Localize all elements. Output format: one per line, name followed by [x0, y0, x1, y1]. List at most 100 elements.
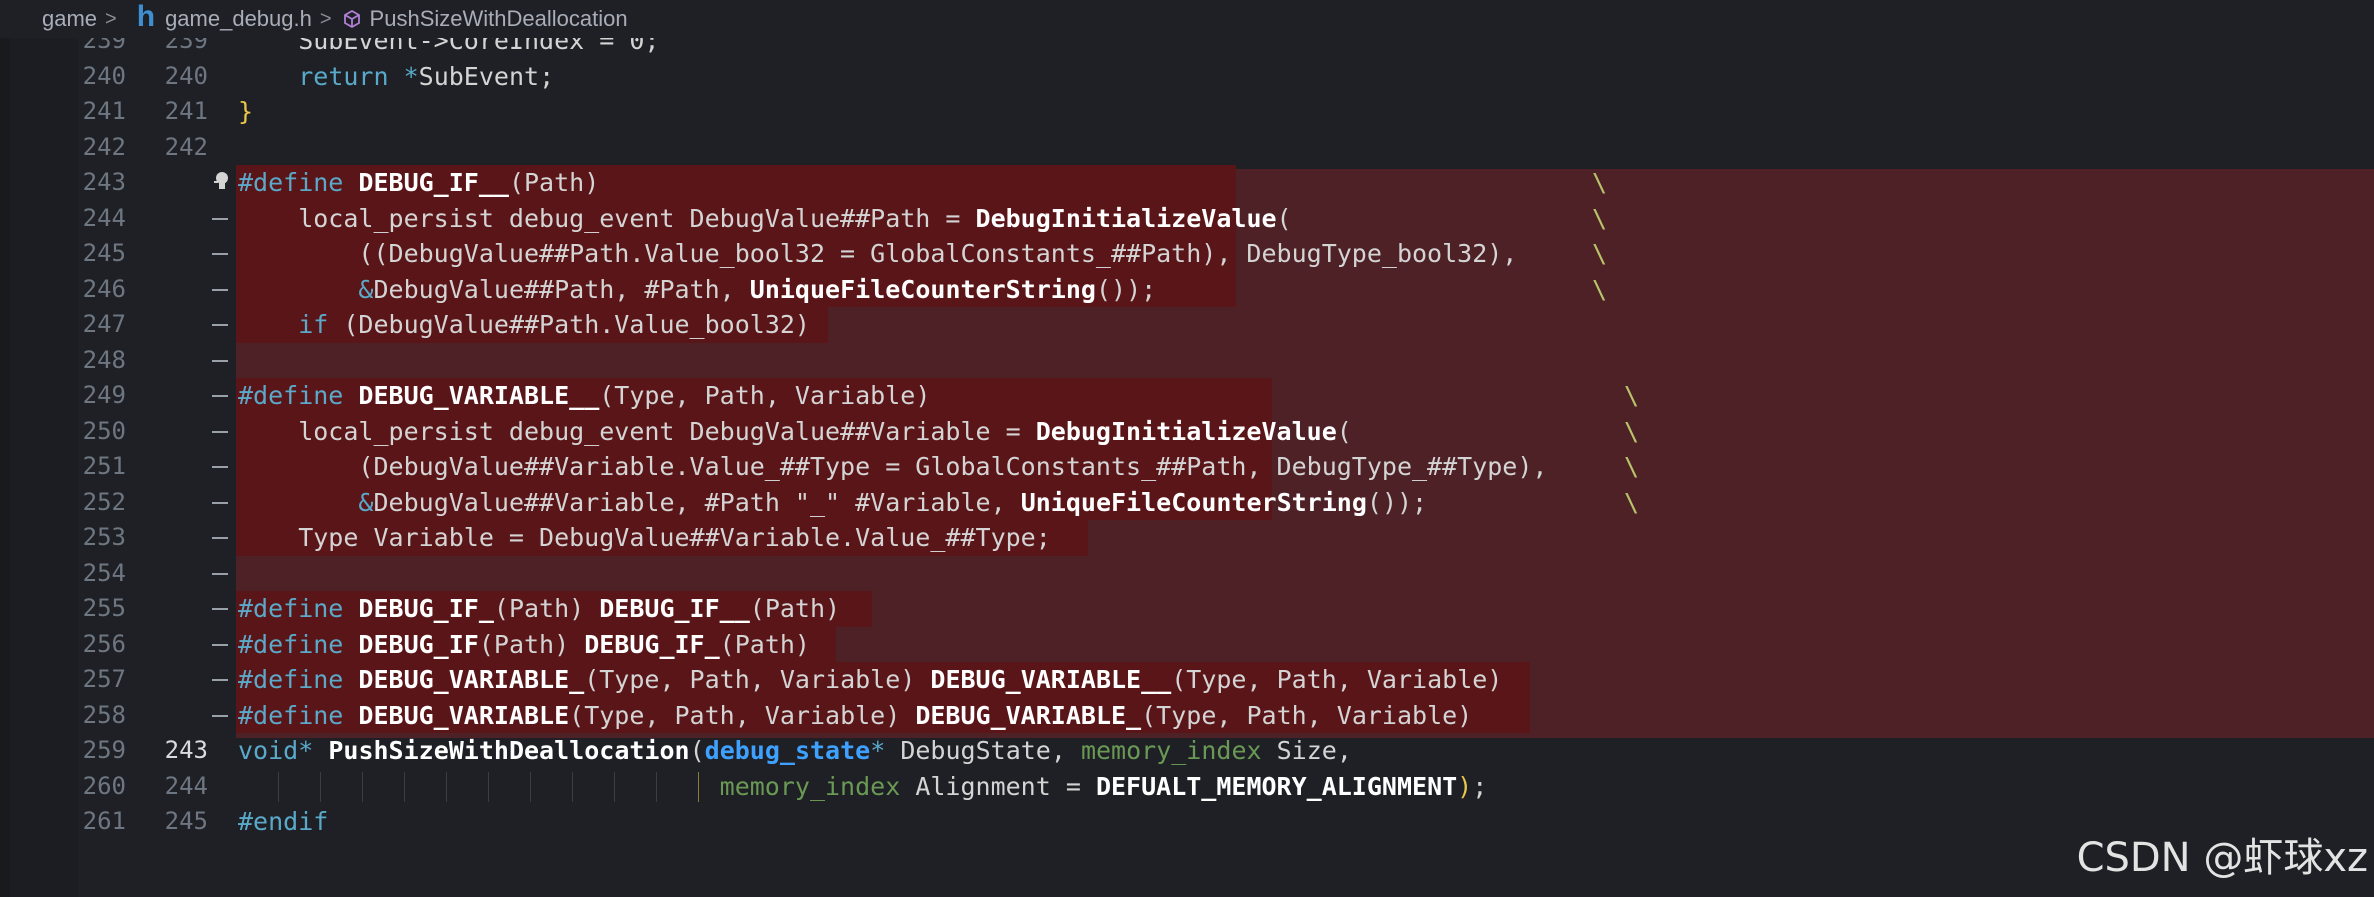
code-line[interactable]: 255 #define DEBUG_IF_(Path) DEBUG_IF__(Pa…	[0, 591, 2374, 627]
code-text[interactable]: }	[238, 94, 253, 130]
code-text[interactable]: memory_index Alignment = DEFUALT_MEMORY_…	[238, 769, 1488, 805]
line-number: 260	[82, 771, 126, 800]
code-line[interactable]: 252 &DebugValue##Variable, #Path "_" #Va…	[0, 484, 2374, 521]
indent-guide	[278, 771, 279, 802]
indent-guide	[404, 771, 405, 802]
indent-guide	[656, 771, 657, 802]
code-line[interactable]: 253 Type Variable = DebugValue##Variable…	[0, 520, 2374, 556]
editor-window: game > h game_debug.h > PushSizeWithDeal…	[0, 0, 2374, 897]
code-text[interactable]: local_persist debug_event DebugValue##Va…	[238, 414, 1352, 450]
code-line[interactable]: 258 #define DEBUG_VARIABLE(Type, Path, Va…	[0, 697, 2374, 734]
code-text[interactable]: local_persist debug_event DebugValue##Pa…	[238, 201, 1291, 237]
code-text[interactable]: #define DEBUG_IF(Path) DEBUG_IF_(Path)	[238, 627, 810, 663]
line-number: 252	[82, 487, 126, 516]
removed-line-marker	[212, 324, 228, 326]
code-line[interactable]: 242 242	[0, 130, 2374, 166]
original-line-number: 241	[164, 97, 208, 125]
code-line[interactable]: 240 240 return *SubEvent;	[0, 59, 2374, 95]
code-text[interactable]: #define DEBUG_IF__(Path)	[238, 165, 599, 201]
removed-line-marker	[212, 608, 228, 610]
line-number: 249	[82, 381, 126, 409]
line-number: 245	[82, 239, 126, 267]
line-number: 247	[82, 310, 126, 338]
removed-line-marker	[212, 643, 228, 646]
code-line[interactable]: 254	[0, 556, 2374, 592]
code-text[interactable]: #define DEBUG_IF_(Path) DEBUG_IF__(Path)	[238, 591, 840, 627]
code-line[interactable]: 256 #define DEBUG_IF(Path) DEBUG_IF_(Path…	[0, 626, 2374, 663]
line-number: 246	[82, 274, 126, 303]
code-line[interactable]: 241 241}	[0, 94, 2374, 130]
code-line[interactable]: 261 245 #endif	[0, 804, 2374, 840]
code-text[interactable]: #define DEBUG_VARIABLE__(Type, Path, Var…	[238, 378, 930, 414]
indent-guide	[530, 771, 531, 802]
indent-guide	[614, 771, 615, 802]
code-text[interactable]: if (DebugValue##Path.Value_bool32)	[238, 307, 810, 343]
code-text[interactable]: (DebugValue##Variable.Value_##Type = Glo…	[238, 449, 1547, 485]
removed-line-marker	[212, 430, 228, 433]
indent-guide	[488, 771, 489, 802]
original-line-number	[126, 662, 208, 698]
line-number: 257	[82, 665, 126, 693]
code-line[interactable]: 244 local_persist debug_event DebugValue…	[0, 200, 2374, 237]
original-line-number: 242	[164, 132, 208, 161]
original-line-number	[126, 343, 208, 379]
breadcrumb-symbol[interactable]: PushSizeWithDeallocation	[370, 6, 628, 32]
chevron-right-icon: >	[319, 7, 332, 30]
code-line[interactable]: 243 #define DEBUG_IF__(Path) \	[0, 165, 2374, 201]
line-number: 256	[82, 629, 126, 658]
code-line[interactable]: 246 &DebugValue##Path, #Path, UniqueFile…	[0, 271, 2374, 308]
line-number: 248	[82, 345, 126, 374]
original-line-number	[126, 378, 208, 414]
code-text[interactable]: Type Variable = DebugValue##Variable.Val…	[238, 520, 1051, 556]
code-text[interactable]: &DebugValue##Variable, #Path "_" #Variab…	[238, 485, 1427, 521]
code-line[interactable]: 251 (DebugValue##Variable.Value_##Type =…	[0, 449, 2374, 485]
watermark: CSDN @虾球xz	[2076, 835, 2368, 881]
code-line[interactable]: 260 244 memory_index Alignment = DEFUALT_…	[0, 769, 2374, 805]
code-line[interactable]: 250 local_persist debug_event DebugValue…	[0, 413, 2374, 450]
line-continuation: \	[1624, 487, 1640, 517]
removed-line-marker	[212, 714, 228, 717]
indent-guide	[320, 771, 321, 802]
code-text[interactable]: ((DebugValue##Path.Value_bool32 = Global…	[238, 236, 1517, 272]
original-line-number	[126, 556, 208, 592]
original-line-number: 243	[164, 736, 208, 764]
code-line[interactable]: 249 #define DEBUG_VARIABLE__(Type, Path, …	[0, 378, 2374, 414]
removed-line-marker	[212, 288, 228, 291]
line-number: 244	[82, 203, 126, 232]
original-line-number	[126, 591, 208, 627]
line-number: 254	[82, 558, 126, 587]
line-number: 259	[82, 736, 126, 764]
removed-line-marker	[212, 253, 228, 255]
breadcrumb-folder[interactable]: game	[42, 6, 97, 32]
code-line[interactable]: 259 243 void* PushSizeWithDeallocation(deb…	[0, 733, 2374, 769]
original-line-number	[126, 414, 208, 450]
indent-guide	[572, 771, 573, 802]
lightbulb-icon[interactable]	[214, 170, 230, 194]
code-line[interactable]: 247 if (DebugValue##Path.Value_bool32)	[0, 307, 2374, 343]
line-continuation: \	[1592, 203, 1608, 233]
line-continuation: \	[1592, 274, 1608, 304]
breadcrumb-file[interactable]: game_debug.h	[165, 6, 312, 32]
line-continuation: \	[1592, 168, 1608, 197]
code-line[interactable]: 248	[0, 343, 2374, 379]
code-line[interactable]: 245 ((DebugValue##Path.Value_bool32 = Gl…	[0, 236, 2374, 272]
code-text[interactable]: return *SubEvent;	[238, 59, 554, 95]
code-text[interactable]: &DebugValue##Path, #Path, UniqueFileCoun…	[238, 272, 1156, 308]
code-text[interactable]: #endif	[238, 804, 328, 840]
line-number: 261	[82, 807, 126, 835]
code-line[interactable]: 257 #define DEBUG_VARIABLE_(Type, Path, V…	[0, 662, 2374, 698]
line-number: 255	[82, 594, 126, 622]
code-text[interactable]: #define DEBUG_VARIABLE_(Type, Path, Vari…	[238, 662, 1502, 698]
removed-line-marker	[212, 217, 228, 220]
original-line-number: 245	[164, 807, 208, 835]
code-text[interactable]: void* PushSizeWithDeallocation(debug_sta…	[238, 733, 1352, 769]
removed-line-marker	[212, 359, 228, 362]
original-line-number	[126, 165, 208, 201]
line-continuation: \	[1624, 452, 1640, 481]
removed-line-marker	[212, 501, 228, 504]
line-number: 253	[82, 523, 126, 551]
chevron-right-icon: >	[105, 7, 117, 30]
line-continuation: \	[1624, 381, 1640, 410]
code-text[interactable]: #define DEBUG_VARIABLE(Type, Path, Varia…	[238, 698, 1472, 734]
original-line-number	[126, 236, 208, 272]
